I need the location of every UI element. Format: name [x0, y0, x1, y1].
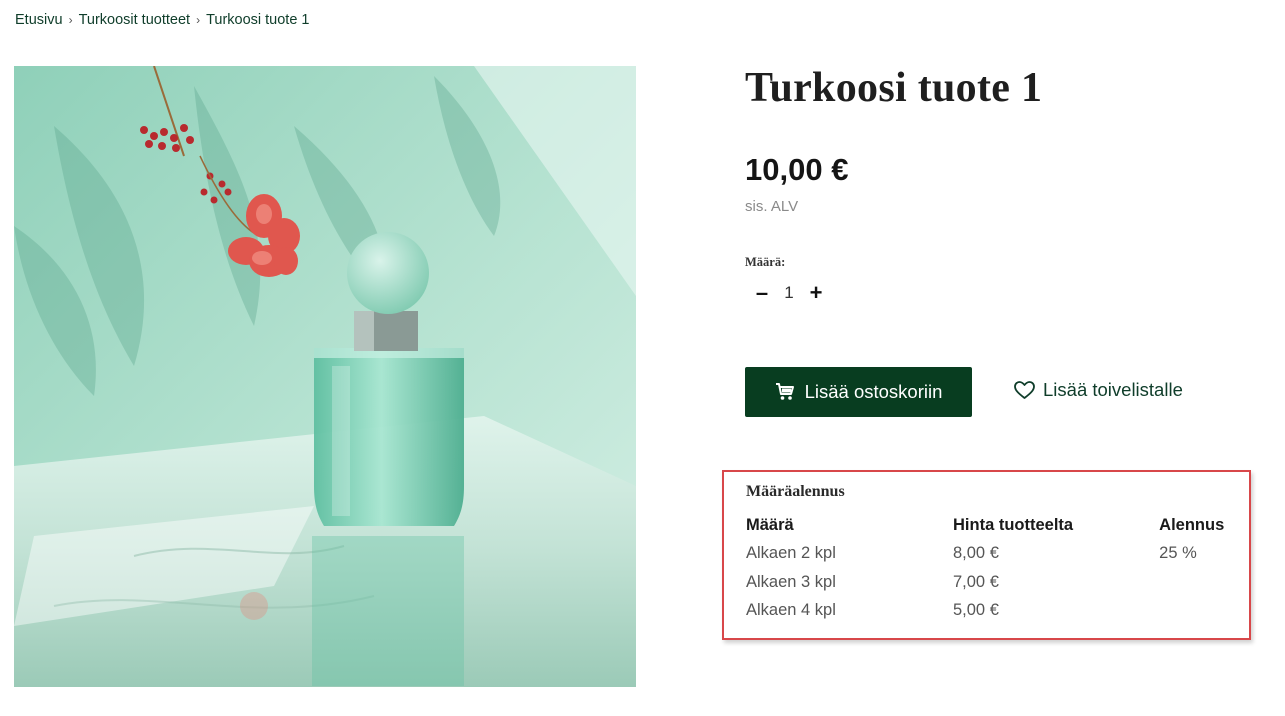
quantity-stepper: – + [745, 280, 833, 306]
perfume-bottle-image [14, 66, 636, 687]
product-title: Turkoosi tuote 1 [745, 65, 1043, 111]
discount-title: Määräalennus [746, 483, 845, 500]
breadcrumb: Etusivu › Turkoosit tuotteet › Turkoosi … [15, 12, 310, 28]
discount-quantity-cell: Alkaen 3 kpl [746, 572, 836, 591]
discount-price-cell: 7,00 € [953, 572, 999, 591]
discount-table: Määrä Hinta tuotteelta Alennus Alkaen 2 … [746, 516, 1249, 630]
product-image[interactable] [14, 66, 636, 687]
discount-quantity-cell: Alkaen 2 kpl [746, 544, 836, 562]
discount-price-cell: 8,00 € [953, 544, 999, 562]
table-row: Alkaen 2 kpl 8,00 € 25 % [746, 544, 1249, 573]
add-to-cart-label: Lisää ostoskoriin [804, 381, 943, 402]
column-header-quantity: Määrä [746, 516, 794, 534]
breadcrumb-separator: › [196, 13, 201, 27]
quantity-discount-panel: Määräalennus Määrä Hinta tuotteelta Alen… [722, 470, 1251, 640]
discount-quantity-cell: Alkaen 4 kpl [746, 601, 836, 619]
discount-price-cell: 5,00 € [953, 601, 999, 619]
column-header-discount: Alennus [1159, 516, 1225, 534]
add-to-wishlist-button[interactable]: Lisää toivelistalle [1014, 379, 1183, 401]
breadcrumb-separator: › [68, 13, 73, 27]
breadcrumb-home[interactable]: Etusivu [15, 12, 63, 28]
table-row: Alkaen 4 kpl 5,00 € [746, 601, 1249, 630]
breadcrumb-category[interactable]: Turkoosit tuotteet [79, 12, 191, 28]
breadcrumb-current: Turkoosi tuote 1 [206, 12, 310, 28]
add-to-cart-button[interactable]: Lisää ostoskoriin [745, 367, 972, 417]
discount-percent-cell [1159, 601, 1249, 630]
quantity-input[interactable] [779, 283, 799, 303]
quantity-increase-button[interactable]: + [799, 280, 833, 306]
column-header-unit-price: Hinta tuotteelta [953, 516, 1074, 534]
heart-icon [1014, 380, 1035, 399]
quantity-decrease-button[interactable]: – [745, 280, 779, 306]
discount-percent-cell [1159, 573, 1249, 602]
quantity-label: Määrä: [745, 255, 786, 269]
discount-table-header: Määrä Hinta tuotteelta Alennus [746, 516, 1249, 544]
table-row: Alkaen 3 kpl 7,00 € [746, 573, 1249, 602]
cart-icon [775, 383, 794, 400]
add-to-wishlist-label: Lisää toivelistalle [1043, 379, 1183, 400]
discount-percent-cell: 25 % [1159, 544, 1197, 562]
vat-note: sis. ALV [745, 198, 799, 215]
product-price: 10,00 € [745, 152, 849, 187]
